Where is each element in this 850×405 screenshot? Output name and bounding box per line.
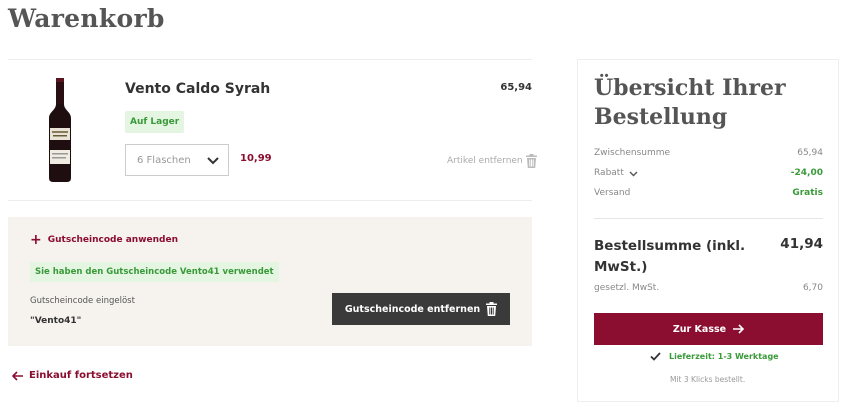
delivery-info: Lieferzeit: 1-3 Werktage [650, 352, 779, 361]
tax-row: gesetzl. MwSt. 6,70 [594, 283, 823, 293]
tax-label: gesetzl. MwSt. [594, 283, 660, 293]
checkout-button[interactable]: Zur Kasse [594, 313, 823, 345]
subtotal-label: Zwischensumme [594, 148, 671, 158]
klicks-note: Mit 3 Klicks bestellt. [670, 375, 746, 384]
tax-value: 6,70 [802, 283, 823, 293]
continue-shopping-label: Einkauf fortsetzen [29, 370, 133, 381]
remove-voucher-button[interactable]: Gutscheincode entfernen [332, 293, 510, 325]
delivery-label: Lieferzeit: 1-3 Werktage [669, 352, 779, 361]
cart-divider-bottom [8, 200, 532, 201]
product-name[interactable]: Vento Caldo Syrah [125, 81, 270, 97]
apply-voucher-label: Gutscheincode anwenden [47, 235, 178, 245]
quantity-select[interactable]: 6 Flaschen [125, 144, 229, 176]
continue-shopping-link[interactable]: Einkauf fortsetzen [12, 370, 133, 381]
summary-divider [594, 218, 823, 219]
trash-icon [525, 154, 537, 168]
cart-divider-top [8, 59, 532, 60]
discount-value: -24,00 [790, 168, 823, 178]
chevron-down-icon [629, 171, 638, 176]
product-price: 65,94 [500, 82, 532, 93]
voucher-redeemed-label: Gutscheincode eingelöst [30, 296, 135, 306]
product-image[interactable] [43, 78, 77, 182]
discount-row: Rabatt -24,00 [594, 168, 823, 178]
stock-badge: Auf Lager [125, 111, 185, 133]
discount-toggle[interactable]: Rabatt [594, 168, 638, 178]
total-label: Bestellsumme (inkl. MwSt.) [594, 238, 746, 275]
remove-item-label: Artikel entfernen [447, 156, 523, 166]
arrow-right-icon [733, 324, 745, 334]
unit-price: 10,99 [240, 153, 272, 164]
total-value: 41,94 [780, 236, 823, 252]
voucher-code: "Vento41" [30, 316, 82, 326]
discount-label: Rabatt [594, 168, 624, 178]
voucher-applied-message: Sie haben den Gutscheincode Vento41 verw… [30, 262, 279, 282]
summary-title: Übersicht Ihrer Bestellung [594, 75, 786, 130]
subtotal-row: Zwischensumme 65,94 [594, 148, 823, 158]
shipping-value: Gratis [792, 188, 823, 198]
arrow-left-icon [12, 370, 23, 381]
apply-voucher-button[interactable]: + Gutscheincode anwenden [30, 232, 178, 248]
trash-icon [486, 302, 498, 316]
shipping-row: Versand Gratis [594, 188, 823, 198]
order-summary-panel: Übersicht Ihrer Bestellung Zwischensumme… [577, 59, 839, 402]
remove-voucher-label: Gutscheincode entfernen [344, 303, 481, 315]
check-icon [650, 352, 661, 361]
chevron-down-icon [207, 157, 219, 165]
voucher-panel: + Gutscheincode anwenden Sie haben den G… [8, 217, 532, 346]
shipping-label: Versand [594, 188, 631, 198]
checkout-label: Zur Kasse [672, 323, 727, 335]
quantity-value: 6 Flaschen [137, 154, 191, 166]
subtotal-value: 65,94 [797, 148, 823, 158]
page-title: Warenkorb [8, 4, 165, 33]
plus-icon: + [30, 232, 42, 248]
remove-item-button[interactable]: Artikel entfernen [447, 154, 537, 168]
